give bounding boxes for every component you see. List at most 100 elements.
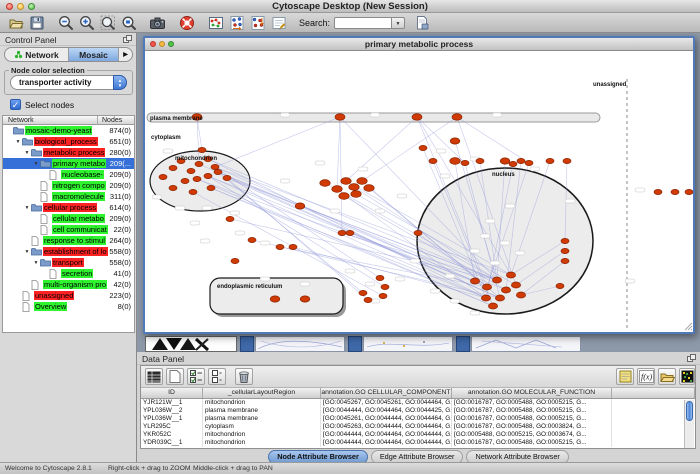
tree-row[interactable]: multi-organism pro42(0): [3, 279, 134, 290]
tree-item-label[interactable]: transport: [52, 258, 84, 267]
network-node[interactable]: [450, 158, 460, 165]
tree-row[interactable]: mosaic-demo-yeast874(0): [3, 125, 134, 136]
table-row[interactable]: YJR121W__1mitochondrion[GO:0045267, GO:0…: [141, 399, 695, 407]
network-node[interactable]: [671, 189, 679, 194]
table-row[interactable]: YKR052Cmitochondrion[GO:0044444, GO:0044…: [141, 431, 695, 439]
help-icon[interactable]: [178, 14, 195, 31]
tree-item-label[interactable]: secretion: [61, 269, 93, 278]
table-row[interactable]: YPL036W__1plasma membrane[GO:0045261, GO…: [141, 415, 695, 423]
tree-row[interactable]: cellular metabo209(0): [3, 213, 134, 224]
expander-icon[interactable]: ▼: [23, 205, 31, 211]
expander-icon[interactable]: ▼: [32, 161, 40, 167]
network-node[interactable]: [419, 145, 427, 150]
network-node[interactable]: [563, 158, 571, 163]
tree-row[interactable]: ▼biological_process651(0): [3, 136, 134, 147]
network-node[interactable]: [349, 184, 359, 191]
tree-row[interactable]: nitrogen compo209(0): [3, 180, 134, 191]
network-node[interactable]: [516, 292, 525, 298]
expander-icon[interactable]: ▼: [23, 150, 31, 156]
tree-item-label[interactable]: establishment of lo: [43, 247, 108, 256]
network-node[interactable]: [481, 295, 490, 301]
column-id[interactable]: ID: [141, 388, 203, 398]
expander-icon[interactable]: ▼: [14, 139, 22, 145]
report-icon[interactable]: [413, 14, 430, 31]
network-node[interactable]: [517, 158, 525, 163]
table-row[interactable]: YLR295Ccytoplasm[GO:0045263, GO:0044444,…: [141, 423, 695, 431]
network-node[interactable]: [461, 160, 469, 165]
network-node[interactable]: [379, 293, 387, 298]
column-divider[interactable]: [97, 116, 98, 125]
network-node[interactable]: [159, 174, 167, 179]
table-row[interactable]: YDR039C__1mitochondrion[GO:0044444, GO:0…: [141, 439, 695, 447]
tree-item-label[interactable]: unassigned: [34, 291, 74, 300]
network-node[interactable]: [341, 178, 351, 185]
column-molecular-function[interactable]: annotation.GO MOLECULAR_FUNCTION: [452, 388, 612, 398]
zoom-fit-icon[interactable]: [120, 14, 137, 31]
network-node[interactable]: [561, 238, 569, 243]
tree-item-label[interactable]: macromolecule: [52, 192, 105, 201]
network-node[interactable]: [276, 244, 284, 249]
tab-mosaic[interactable]: Mosaic: [69, 48, 119, 61]
network-overview-icon[interactable]: [207, 14, 224, 31]
window-fragment[interactable]: [363, 336, 453, 352]
tree-item-label[interactable]: metabolic process: [43, 148, 105, 157]
float-panel-icon[interactable]: [123, 35, 132, 43]
tree-row[interactable]: secretion41(0): [3, 268, 134, 279]
snapshot-icon[interactable]: [149, 14, 166, 31]
network-node[interactable]: [452, 114, 462, 121]
tree-item-label[interactable]: primary metabo: [52, 159, 106, 168]
network-node[interactable]: [556, 283, 564, 288]
open-icon[interactable]: [7, 14, 24, 31]
table-scrollbar[interactable]: [684, 400, 694, 448]
tree-item-label[interactable]: cellular process: [43, 203, 97, 212]
tree-row[interactable]: nucleobase-209(0): [3, 169, 134, 180]
layout-alt-icon[interactable]: [249, 14, 266, 31]
tree-column-nodes[interactable]: Nodes: [102, 117, 122, 124]
open-attributes-icon[interactable]: [658, 368, 676, 385]
network-node[interactable]: [295, 203, 305, 209]
expander-icon[interactable]: ▼: [32, 260, 40, 266]
unselect-attributes-icon[interactable]: [208, 368, 226, 385]
select-attributes-icon[interactable]: [187, 368, 205, 385]
zoom-out-icon[interactable]: [57, 14, 74, 31]
zoom-in-icon[interactable]: [78, 14, 95, 31]
network-node[interactable]: [357, 178, 367, 185]
network-node[interactable]: [429, 158, 437, 163]
tree-item-label[interactable]: multi-organism pro: [43, 280, 107, 289]
tree-row[interactable]: ▼transport558(0): [3, 257, 134, 268]
network-node[interactable]: [381, 284, 389, 289]
network-node[interactable]: [211, 164, 219, 169]
edit-icon[interactable]: [270, 14, 287, 31]
function-builder-icon[interactable]: f(x): [637, 368, 655, 385]
network-node[interactable]: [546, 158, 554, 163]
network-node[interactable]: [351, 191, 361, 198]
network-node[interactable]: [204, 173, 212, 178]
search-input[interactable]: [334, 17, 392, 29]
expander-icon[interactable]: ▼: [23, 249, 31, 255]
network-node[interactable]: [501, 287, 510, 293]
network-canvas[interactable]: plasma membrane cytoplasm mitochondrion …: [145, 51, 693, 332]
tree-row[interactable]: ▼cellular process614(0): [3, 202, 134, 213]
network-node[interactable]: [492, 277, 501, 283]
network-node[interactable]: [525, 160, 533, 165]
network-node[interactable]: [231, 258, 239, 263]
network-node[interactable]: [339, 193, 349, 200]
network-node[interactable]: [685, 189, 693, 194]
network-node[interactable]: [376, 275, 384, 280]
import-matrix-icon[interactable]: [616, 368, 634, 385]
search-dropdown-icon[interactable]: ▼: [392, 17, 405, 29]
network-node[interactable]: [187, 168, 195, 173]
network-node[interactable]: [414, 230, 422, 235]
network-node[interactable]: [561, 258, 569, 263]
window-fragment[interactable]: [348, 336, 362, 352]
network-node[interactable]: [364, 297, 372, 302]
tree-item-label[interactable]: biological_process: [34, 137, 98, 146]
float-panel-icon[interactable]: [687, 354, 696, 362]
layout-icon[interactable]: [228, 14, 245, 31]
network-node[interactable]: [346, 230, 354, 235]
new-attribute-icon[interactable]: [166, 368, 184, 385]
window-fragment[interactable]: [456, 336, 470, 352]
network-node[interactable]: [654, 189, 662, 194]
tree-item-label[interactable]: cell communicat: [52, 225, 108, 234]
zoom-selected-icon[interactable]: [99, 14, 116, 31]
